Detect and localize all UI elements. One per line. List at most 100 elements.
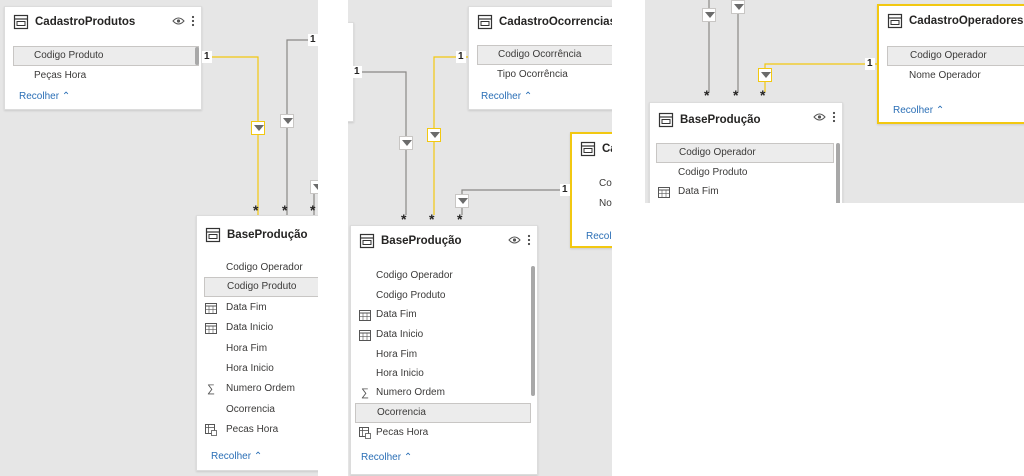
cardinality-many: *	[457, 211, 463, 227]
table-card-base-producao[interactable]: BaseProdução Codigo Operador Codigo Prod…	[196, 215, 318, 471]
field-numero-ordem[interactable]: ∑ Numero Ordem	[351, 383, 527, 403]
table-icon	[13, 14, 29, 30]
collapse-link[interactable]: Recolher ⌃	[893, 105, 944, 116]
cardinality-one: 1	[202, 51, 212, 63]
more-options-icon[interactable]	[191, 15, 195, 27]
filter-direction-arrow-icon[interactable]	[702, 8, 716, 22]
collapse-link[interactable]: Recolher ⌃	[361, 452, 412, 463]
eye-icon[interactable]	[508, 235, 521, 245]
filter-direction-arrow-icon[interactable]	[280, 114, 294, 128]
field-hora-inicio[interactable]: Hora Inicio	[197, 359, 318, 379]
field-codigo-operador[interactable]: Codigo Operador	[351, 266, 527, 286]
scrollbar[interactable]	[836, 143, 840, 203]
table-icon	[658, 112, 674, 128]
field-ocorrencia[interactable]: Ocorrencia	[355, 403, 531, 423]
calculated-table-icon	[205, 424, 217, 436]
table-icon	[205, 227, 221, 243]
calendar-icon	[205, 322, 217, 334]
cardinality-one: 1	[352, 66, 362, 78]
diagram-panel-1: CadastroProdutos Codigo Produto Peças Ho…	[0, 0, 318, 476]
table-card-cadastro-operadores[interactable]: CadastroOperadores Codigo Operador Nome …	[877, 4, 1024, 124]
collapse-link[interactable]: Recolher ⌃	[19, 91, 70, 102]
field-codigo-operador[interactable]: Codigo Operador	[197, 258, 318, 278]
table-title: CadastroOcorrencias	[499, 16, 612, 28]
table-icon	[477, 14, 493, 30]
field-data-fim[interactable]: Data Fim	[197, 298, 318, 318]
field-hora-inicio[interactable]: Hora Inicio	[351, 364, 527, 384]
calendar-icon	[205, 302, 217, 314]
field-pecas-hora[interactable]: Pecas Hora	[351, 423, 527, 443]
field-codigo-ocorrencia[interactable]: Codigo Ocorrência	[477, 45, 612, 65]
filter-direction-arrow-icon[interactable]	[251, 121, 265, 135]
eye-icon[interactable]	[813, 112, 826, 122]
table-card-base-producao[interactable]: BaseProdução Codigo Operador Codigo Prod…	[350, 225, 538, 475]
field-codigo-produto[interactable]: Codigo Produto	[13, 46, 199, 66]
diagram-panel-3: 1 * * * CadastroOperadores Codigo Operad…	[645, 0, 1024, 203]
chevron-up-icon: ⌃	[253, 451, 263, 462]
field-codigo-produto[interactable]: Codigo Produto	[351, 286, 527, 306]
table-card-cadastro-operadores-partial[interactable]: Ca Co No Recolh	[570, 132, 612, 248]
table-card-cadastro-produtos[interactable]: CadastroProdutos Codigo Produto Peças Ho…	[4, 6, 202, 110]
field-hora-fim[interactable]: Hora Fim	[351, 345, 527, 365]
field-nome-operador[interactable]: No	[572, 194, 612, 214]
filter-direction-arrow-icon[interactable]	[399, 136, 413, 150]
field-data-fim[interactable]: Data Fim	[650, 182, 834, 202]
table-icon	[359, 233, 375, 249]
field-codigo-produto[interactable]: Codigo Produto	[650, 163, 834, 183]
field-data-fim[interactable]: Data Fim	[351, 305, 527, 325]
more-options-icon[interactable]	[527, 234, 531, 246]
sigma-icon: ∑	[207, 383, 215, 395]
cardinality-many: *	[733, 87, 739, 103]
field-data-inicio[interactable]: Data Inicio	[197, 318, 318, 338]
field-ocorrencia[interactable]: Ocorrencia	[197, 400, 318, 420]
cardinality-many: *	[429, 211, 435, 227]
table-title: BaseProdução	[227, 229, 308, 241]
table-title: BaseProdução	[381, 235, 462, 247]
field-codigo-produto[interactable]: Codigo Produto	[204, 277, 318, 297]
filter-direction-arrow-icon[interactable]	[758, 68, 772, 82]
field-codigo-operador[interactable]: Co	[572, 174, 612, 194]
field-codigo-operador[interactable]: Codigo Operador	[887, 46, 1024, 66]
scrollbar[interactable]	[195, 47, 199, 65]
cardinality-many: *	[704, 87, 710, 103]
cardinality-many: *	[401, 211, 407, 227]
cardinality-one: 1	[560, 184, 570, 196]
sigma-icon: ∑	[361, 387, 369, 399]
field-pecas-hora[interactable]: Pecas Hora	[197, 420, 318, 440]
calendar-icon	[359, 309, 371, 321]
calendar-icon	[359, 329, 371, 341]
field-nome-operador[interactable]: Nome Operador	[887, 66, 1024, 86]
chevron-up-icon: ⌃	[523, 91, 533, 102]
collapse-link[interactable]: Recolher ⌃	[211, 451, 262, 462]
chevron-up-icon: ⌃	[935, 105, 945, 116]
cardinality-one: 1	[865, 58, 875, 70]
field-codigo-operador[interactable]: Codigo Operador	[656, 143, 834, 163]
filter-direction-arrow-icon[interactable]	[427, 128, 441, 142]
field-numero-ordem[interactable]: ∑ Numero Ordem	[197, 379, 318, 399]
cardinality-one: 1	[308, 34, 318, 46]
table-icon	[887, 13, 903, 29]
filter-direction-arrow-icon[interactable]	[455, 194, 469, 208]
table-card-cadastro-ocorrencias[interactable]: CadastroOcorrencias Codigo Ocorrência Ti…	[468, 6, 612, 110]
filter-direction-arrow-icon[interactable]	[731, 0, 745, 14]
collapse-link[interactable]: Recolh	[586, 231, 612, 242]
cardinality-many: *	[760, 87, 766, 103]
scrollbar[interactable]	[531, 266, 535, 396]
cardinality-one: 1	[456, 51, 466, 63]
chevron-up-icon: ⌃	[61, 91, 71, 102]
chevron-up-icon: ⌃	[403, 452, 413, 463]
eye-icon[interactable]	[172, 16, 185, 26]
table-card-base-producao[interactable]: BaseProdução Codigo Operador Codigo Prod…	[649, 102, 843, 203]
field-data-inicio[interactable]: Data Inicio	[351, 325, 527, 345]
collapse-link[interactable]: Recolher ⌃	[481, 91, 532, 102]
field-hora-fim[interactable]: Hora Fim	[197, 339, 318, 359]
diagram-panel-2: CadastroOcorrencias Codigo Ocorrência Ti…	[348, 0, 612, 476]
field-pecas-hora[interactable]: Peças Hora	[13, 66, 199, 86]
calculated-table-icon	[359, 427, 371, 439]
table-title: CadastroProdutos	[35, 16, 136, 28]
calendar-icon	[658, 186, 670, 198]
filter-direction-arrow-icon[interactable]	[310, 180, 318, 194]
more-options-icon[interactable]	[832, 111, 836, 123]
field-tipo-ocorrencia[interactable]: Tipo Ocorrência	[477, 65, 612, 85]
table-title: CadastroOperadores	[909, 15, 1024, 27]
